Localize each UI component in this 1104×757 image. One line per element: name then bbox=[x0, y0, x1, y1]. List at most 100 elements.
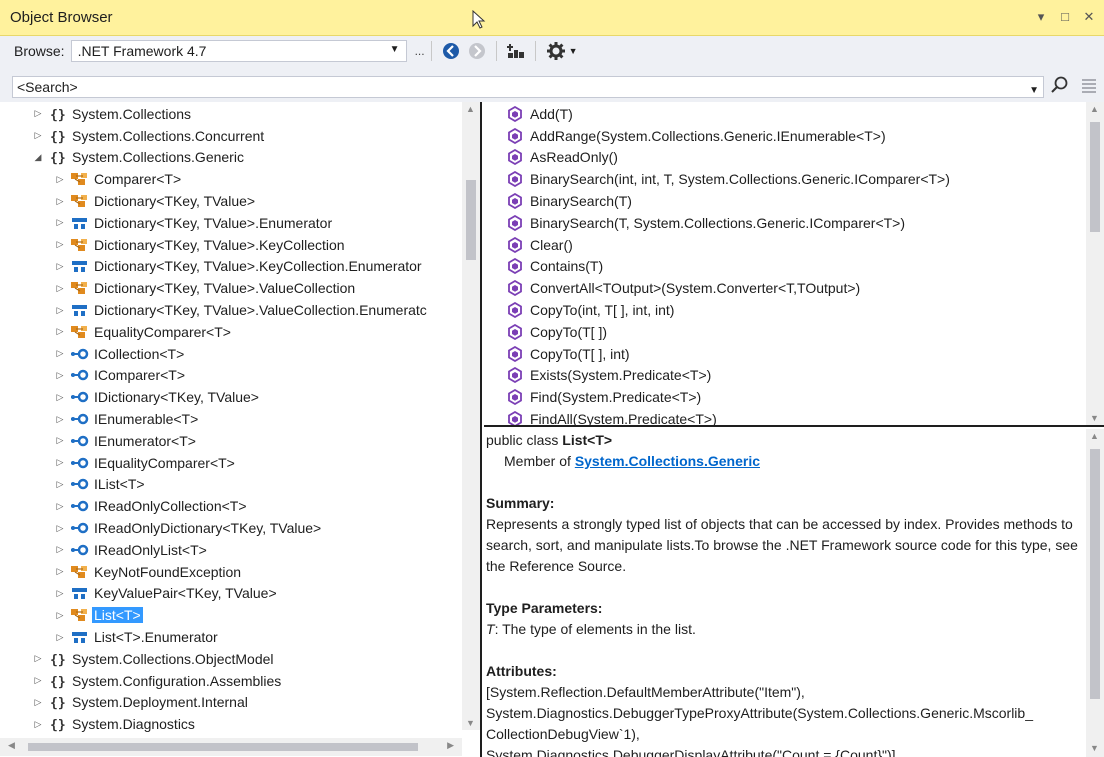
member-item[interactable]: CopyTo(int, T[ ], int, int) bbox=[506, 299, 1084, 321]
collapsed-arrow-icon[interactable]: ▷ bbox=[54, 501, 66, 512]
tree-item[interactable]: ▷ Dictionary<TKey, TValue> bbox=[0, 190, 462, 212]
forward-button[interactable] bbox=[466, 40, 488, 62]
member-item[interactable]: Add(T) bbox=[506, 103, 1084, 125]
tree-item[interactable]: ◢ {} System.Collections.Generic bbox=[0, 147, 462, 169]
collapsed-arrow-icon[interactable]: ▷ bbox=[54, 348, 66, 359]
tree-item[interactable]: ▷ IEnumerable<T> bbox=[0, 408, 462, 430]
scrollbar-thumb[interactable] bbox=[466, 180, 476, 260]
scroll-right-arrow-icon[interactable]: ▶ bbox=[447, 740, 454, 751]
chevron-down-icon[interactable]: ▼ bbox=[1029, 81, 1039, 101]
tree-item[interactable]: ▷ {} System.Diagnostics bbox=[0, 713, 462, 735]
edit-custom-component-set-button[interactable]: ... bbox=[415, 44, 425, 58]
tree-item[interactable]: ▷ IList<T> bbox=[0, 474, 462, 496]
collapsed-arrow-icon[interactable]: ▷ bbox=[54, 196, 66, 207]
back-button[interactable] bbox=[440, 40, 462, 62]
description-vertical-scrollbar[interactable]: ▲ ▼ bbox=[1086, 429, 1104, 757]
collapsed-arrow-icon[interactable]: ▷ bbox=[32, 653, 44, 664]
member-item[interactable]: AddRange(System.Collections.Generic.IEnu… bbox=[506, 125, 1084, 147]
scrollbar-thumb[interactable] bbox=[1090, 122, 1100, 232]
scroll-left-arrow-icon[interactable]: ◀ bbox=[8, 740, 15, 751]
namespace-link[interactable]: System.Collections.Generic bbox=[575, 453, 760, 469]
member-item[interactable]: BinarySearch(int, int, T, System.Collect… bbox=[506, 168, 1084, 190]
members-vertical-scrollbar[interactable]: ▲ ▼ bbox=[1086, 102, 1104, 425]
collapsed-arrow-icon[interactable]: ▷ bbox=[32, 719, 44, 730]
member-item[interactable]: Clear() bbox=[506, 234, 1084, 256]
member-item[interactable]: CopyTo(T[ ]) bbox=[506, 321, 1084, 343]
scroll-down-arrow-icon[interactable]: ▼ bbox=[466, 718, 475, 728]
collapsed-arrow-icon[interactable]: ▷ bbox=[54, 261, 66, 272]
maximize-button[interactable]: □ bbox=[1058, 9, 1072, 25]
member-item[interactable]: Contains(T) bbox=[506, 256, 1084, 278]
scrollbar-thumb[interactable] bbox=[1090, 449, 1100, 699]
member-item[interactable]: CopyTo(T[ ], int) bbox=[506, 343, 1084, 365]
scroll-up-arrow-icon[interactable]: ▲ bbox=[1090, 104, 1099, 114]
collapsed-arrow-icon[interactable]: ▷ bbox=[32, 675, 44, 686]
tree-item[interactable]: ▷ List<T> bbox=[0, 604, 462, 626]
tree-item[interactable]: ▷ IEqualityComparer<T> bbox=[0, 452, 462, 474]
tree-item[interactable]: ▷ Dictionary<TKey, TValue>.KeyCollection bbox=[0, 234, 462, 256]
close-button[interactable]: ✕ bbox=[1082, 9, 1096, 25]
collapsed-arrow-icon[interactable]: ▷ bbox=[54, 566, 66, 577]
tree-item[interactable]: ▷ IDictionary<TKey, TValue> bbox=[0, 386, 462, 408]
collapsed-arrow-icon[interactable]: ▷ bbox=[54, 544, 66, 555]
member-item[interactable]: BinarySearch(T) bbox=[506, 190, 1084, 212]
member-item[interactable]: BinarySearch(T, System.Collections.Gener… bbox=[506, 212, 1084, 234]
tree-item[interactable]: ▷ IComparer<T> bbox=[0, 365, 462, 387]
browse-dropdown[interactable]: .NET Framework 4.7 ▼ bbox=[70, 40, 407, 62]
tree-item[interactable]: ▷ IEnumerator<T> bbox=[0, 430, 462, 452]
search-input[interactable]: <Search> ▼ bbox=[12, 76, 1044, 98]
objects-vertical-scrollbar[interactable]: ▲ ▼ bbox=[462, 102, 480, 730]
collapsed-arrow-icon[interactable]: ▷ bbox=[54, 370, 66, 381]
scroll-up-arrow-icon[interactable]: ▲ bbox=[1090, 431, 1099, 441]
collapsed-arrow-icon[interactable]: ▷ bbox=[54, 479, 66, 490]
tree-item[interactable]: ▷ Dictionary<TKey, TValue>.KeyCollection.… bbox=[0, 256, 462, 278]
collapsed-arrow-icon[interactable]: ▷ bbox=[54, 414, 66, 425]
tree-item[interactable]: ▷ {} System.Configuration.Assemblies bbox=[0, 670, 462, 692]
clear-search-icon[interactable] bbox=[1080, 76, 1098, 94]
window-menu-button[interactable]: ▾ bbox=[1034, 9, 1048, 25]
tree-item[interactable]: ▷ IReadOnlyList<T> bbox=[0, 539, 462, 561]
objects-horizontal-scrollbar[interactable]: ◀ ▶ bbox=[0, 738, 462, 756]
collapsed-arrow-icon[interactable]: ▷ bbox=[54, 588, 66, 599]
collapsed-arrow-icon[interactable]: ▷ bbox=[54, 435, 66, 446]
member-item[interactable]: Find(System.Predicate<T>) bbox=[506, 386, 1084, 408]
collapsed-arrow-icon[interactable]: ▷ bbox=[54, 283, 66, 294]
collapsed-arrow-icon[interactable]: ▷ bbox=[54, 457, 66, 468]
tree-item[interactable]: ▷ Dictionary<TKey, TValue>.ValueCollectio… bbox=[0, 277, 462, 299]
tree-item[interactable]: ▷ KeyValuePair<TKey, TValue> bbox=[0, 583, 462, 605]
collapsed-arrow-icon[interactable]: ▷ bbox=[54, 217, 66, 228]
member-item[interactable]: FindAll(System.Predicate<T>) bbox=[506, 408, 1084, 425]
tree-item[interactable]: ▷ ICollection<T> bbox=[0, 343, 462, 365]
search-icon[interactable] bbox=[1050, 75, 1070, 95]
member-item[interactable]: AsReadOnly() bbox=[506, 147, 1084, 169]
scroll-down-arrow-icon[interactable]: ▼ bbox=[1090, 413, 1099, 423]
tree-item[interactable]: ▷ Comparer<T> bbox=[0, 168, 462, 190]
collapsed-arrow-icon[interactable]: ▷ bbox=[54, 305, 66, 316]
tree-item[interactable]: ▷ Dictionary<TKey, TValue>.ValueCollectio… bbox=[0, 299, 462, 321]
collapsed-arrow-icon[interactable]: ▷ bbox=[54, 610, 66, 621]
tree-item[interactable]: ▷ Dictionary<TKey, TValue>.Enumerator bbox=[0, 212, 462, 234]
tree-item[interactable]: ▷ IReadOnlyDictionary<TKey, TValue> bbox=[0, 517, 462, 539]
collapsed-arrow-icon[interactable]: ▷ bbox=[54, 632, 66, 643]
tree-item[interactable]: ▷ {} System.Collections.ObjectModel bbox=[0, 648, 462, 670]
collapsed-arrow-icon[interactable]: ▷ bbox=[54, 523, 66, 534]
collapsed-arrow-icon[interactable]: ▷ bbox=[54, 392, 66, 403]
tree-item[interactable]: ▷ {} System.Collections bbox=[0, 103, 462, 125]
member-item[interactable]: ConvertAll<TOutput>(System.Converter<T,T… bbox=[506, 277, 1084, 299]
collapsed-arrow-icon[interactable]: ▷ bbox=[32, 108, 44, 119]
collapsed-arrow-icon[interactable]: ▷ bbox=[32, 697, 44, 708]
add-to-references-button[interactable] bbox=[505, 40, 527, 62]
settings-button[interactable]: ▼ bbox=[544, 40, 580, 62]
expanded-arrow-icon[interactable]: ◢ bbox=[32, 152, 44, 163]
tree-item[interactable]: ▷ List<T>.Enumerator bbox=[0, 626, 462, 648]
tree-item[interactable]: ▷ KeyNotFoundException bbox=[0, 561, 462, 583]
collapsed-arrow-icon[interactable]: ▷ bbox=[54, 326, 66, 337]
collapsed-arrow-icon[interactable]: ▷ bbox=[54, 239, 66, 250]
tree-item[interactable]: ▷ IReadOnlyCollection<T> bbox=[0, 495, 462, 517]
member-item[interactable]: Exists(System.Predicate<T>) bbox=[506, 365, 1084, 387]
collapsed-arrow-icon[interactable]: ▷ bbox=[54, 174, 66, 185]
scroll-up-arrow-icon[interactable]: ▲ bbox=[466, 104, 475, 114]
tree-item[interactable]: ▷ {} System.Deployment.Internal bbox=[0, 692, 462, 714]
scrollbar-thumb[interactable] bbox=[28, 743, 418, 751]
tree-item[interactable]: ▷ {} System.Collections.Concurrent bbox=[0, 125, 462, 147]
